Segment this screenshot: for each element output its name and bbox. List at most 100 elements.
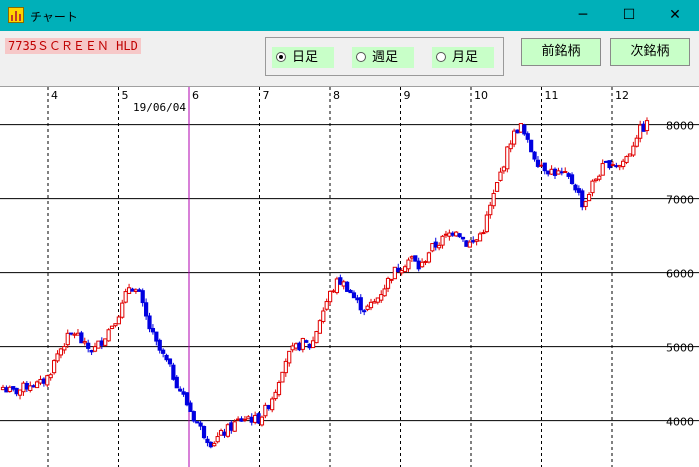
- candle-body: [24, 383, 29, 390]
- candle-body: [212, 442, 217, 447]
- candle-body: [614, 165, 619, 168]
- previous-stock-button[interactable]: 前銘柄: [521, 38, 601, 66]
- candle-body: [116, 316, 121, 325]
- candle-body: [126, 287, 132, 294]
- minimize-button[interactable]: ─: [560, 0, 606, 31]
- month-label: 9: [404, 89, 411, 102]
- candle-body: [263, 404, 268, 417]
- close-button[interactable]: ✕: [652, 0, 698, 31]
- chart-area[interactable]: 4000 5000 6000 7000 8000 4 5 6 7 8 9 10 11 12 19/06/04: [0, 86, 699, 467]
- candle-body: [426, 252, 432, 263]
- period-radio-group: 日足 週足 月足: [265, 37, 504, 76]
- candle-body: [481, 232, 486, 235]
- candle-body: [460, 236, 466, 240]
- candle-body: [454, 231, 459, 237]
- candle-body: [58, 348, 64, 356]
- candle-body: [123, 291, 128, 303]
- weekly-radio[interactable]: 週足: [352, 47, 414, 68]
- candle-body: [55, 353, 60, 362]
- chart-window: チャート ─ ☐ ✕ 7735ＳＣＲＥＥＮ HLD 日足 週足 月足 前銘柄 次…: [0, 0, 699, 467]
- candle-body: [249, 416, 254, 423]
- month-label: 6: [192, 89, 199, 102]
- candle-body: [120, 302, 125, 318]
- monthly-radio[interactable]: 月足: [432, 47, 494, 68]
- cursor-date-label: 19/06/04: [133, 101, 186, 114]
- candle-body: [474, 239, 479, 242]
- candle-body: [420, 261, 425, 268]
- candle-body: [447, 232, 452, 237]
- candle-body: [72, 333, 77, 336]
- candle-body: [314, 331, 319, 344]
- candle-body: [147, 315, 152, 330]
- candle-body: [205, 438, 210, 444]
- candle-body: [450, 232, 455, 236]
- candle-body: [34, 381, 40, 389]
- candlestick-chart[interactable]: 4000 5000 6000 7000 8000 4 5 6 7 8 9 10 11 12 19/06/04: [0, 87, 699, 467]
- candle-body: [181, 391, 186, 395]
- candle-body: [287, 350, 292, 364]
- candle-body: [106, 329, 111, 342]
- candle-body: [300, 337, 305, 350]
- radio-dot-icon: [356, 52, 366, 62]
- candle-body: [222, 431, 227, 436]
- candle-body: [45, 375, 50, 386]
- candle-body: [368, 301, 374, 309]
- candle-body: [62, 346, 67, 351]
- candle-body: [392, 266, 397, 280]
- candle-body: [535, 159, 541, 167]
- candle-body: [440, 235, 445, 246]
- candle-body: [399, 269, 404, 274]
- maximize-button[interactable]: ☐: [606, 0, 652, 31]
- candle-body: [586, 194, 592, 202]
- candle-body: [14, 387, 19, 395]
- candle-body: [576, 188, 581, 193]
- candle-body: [191, 411, 196, 422]
- candle-body: [522, 124, 527, 135]
- candle-body: [590, 180, 595, 194]
- month-label: 8: [333, 89, 340, 102]
- candle-body: [515, 129, 520, 134]
- candle-body: [389, 278, 394, 281]
- candle-body: [505, 146, 510, 170]
- monthly-label: 月足: [452, 50, 479, 65]
- candle-body: [464, 240, 469, 247]
- candle-body: [631, 145, 636, 156]
- radio-dot-icon: [276, 52, 286, 62]
- candle-body: [382, 288, 387, 297]
- candle-body: [89, 349, 94, 353]
- candle-body: [546, 170, 551, 175]
- candle-body: [563, 170, 568, 173]
- candle-body: [334, 278, 340, 294]
- candle-body: [171, 364, 176, 380]
- candle-body: [597, 175, 602, 180]
- candle-body: [38, 378, 43, 384]
- candle-body: [157, 339, 162, 351]
- candle-body: [484, 214, 489, 233]
- candle-body: [52, 360, 57, 374]
- candle-body: [109, 325, 115, 329]
- candle-body: [297, 342, 302, 351]
- y-tick-label: 4000: [666, 416, 694, 429]
- candle-body: [402, 266, 408, 273]
- candle-body: [634, 137, 639, 147]
- candle-body: [86, 342, 91, 349]
- candle-body: [593, 178, 598, 182]
- candle-body: [259, 416, 265, 426]
- candle-body: [215, 436, 220, 443]
- candle-body: [154, 331, 159, 342]
- candle-body: [467, 241, 472, 248]
- candle-body: [75, 332, 81, 336]
- candle-body: [41, 378, 46, 384]
- candle-body: [552, 168, 558, 176]
- candle-body: [0, 386, 6, 391]
- candle-body: [624, 156, 629, 163]
- next-stock-button[interactable]: 次銘柄: [610, 38, 690, 66]
- daily-radio[interactable]: 日足: [272, 47, 334, 68]
- candle-body: [4, 387, 9, 393]
- candle-body: [270, 398, 275, 411]
- title-bar[interactable]: チャート ─ ☐ ✕: [0, 0, 699, 31]
- candle-body: [21, 382, 26, 393]
- candle-body: [307, 343, 312, 349]
- candle-body: [31, 385, 36, 388]
- candle-body: [604, 160, 609, 163]
